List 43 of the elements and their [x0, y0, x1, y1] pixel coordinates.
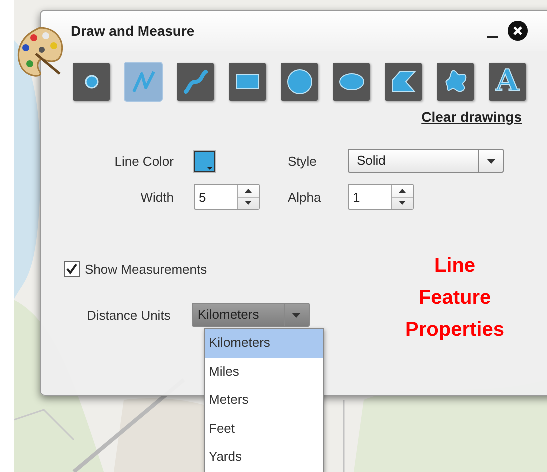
style-select[interactable]: Solid: [348, 149, 504, 173]
down-caret-icon: [245, 201, 252, 206]
window-title: Draw and Measure: [71, 23, 196, 39]
dropdown-option[interactable]: Miles: [205, 358, 323, 386]
curve-icon: [182, 68, 210, 96]
units-select[interactable]: Kilometers: [192, 303, 310, 327]
dropdown-option[interactable]: Yards: [205, 443, 323, 472]
dropdown-option[interactable]: Kilometers: [205, 329, 323, 358]
dropdown-option[interactable]: Meters: [205, 386, 323, 414]
down-caret-icon: [399, 201, 406, 206]
letter-icon: A: [496, 67, 520, 97]
clear-drawings-link[interactable]: Clear drawings: [422, 109, 522, 125]
style-label: Style: [288, 154, 318, 168]
tool-button[interactable]: [229, 63, 266, 101]
width-spinner[interactable]: 5: [194, 184, 260, 210]
annotation-text: Line: [434, 254, 476, 279]
number-field[interactable]: 1: [349, 185, 391, 209]
color-picker[interactable]: [194, 150, 215, 172]
up-caret-icon: [245, 188, 252, 193]
up-caret-icon: [399, 188, 406, 193]
checkbox[interactable]: [64, 261, 80, 277]
alpha-label: Alpha: [288, 190, 322, 204]
dropdown-option[interactable]: Feet: [205, 414, 323, 443]
caret-icon: [292, 312, 302, 318]
annotation-text: Feature: [418, 286, 492, 311]
tool-button[interactable]: [333, 63, 370, 101]
alpha-spinner[interactable]: 1: [348, 184, 414, 210]
tool-button[interactable]: [177, 63, 214, 101]
checkmark-icon: [66, 263, 78, 275]
caret-icon: [486, 158, 496, 164]
circle-icon: [286, 68, 314, 96]
tool-button[interactable]: [73, 63, 110, 101]
tool-button[interactable]: [281, 63, 318, 101]
distance-units-label: Distance Units: [87, 308, 171, 322]
tool-button[interactable]: [437, 63, 474, 101]
width-label: Width: [140, 190, 174, 204]
minimize-icon[interactable]: [487, 36, 498, 38]
close-icon[interactable]: [508, 21, 528, 41]
annotation-text: Properties: [406, 318, 504, 343]
number-field[interactable]: 5: [195, 185, 237, 209]
show-measurements-label: Show Measurements: [85, 262, 208, 276]
tool-button[interactable]: [385, 63, 422, 101]
line-color-label: Line Color: [114, 154, 174, 168]
